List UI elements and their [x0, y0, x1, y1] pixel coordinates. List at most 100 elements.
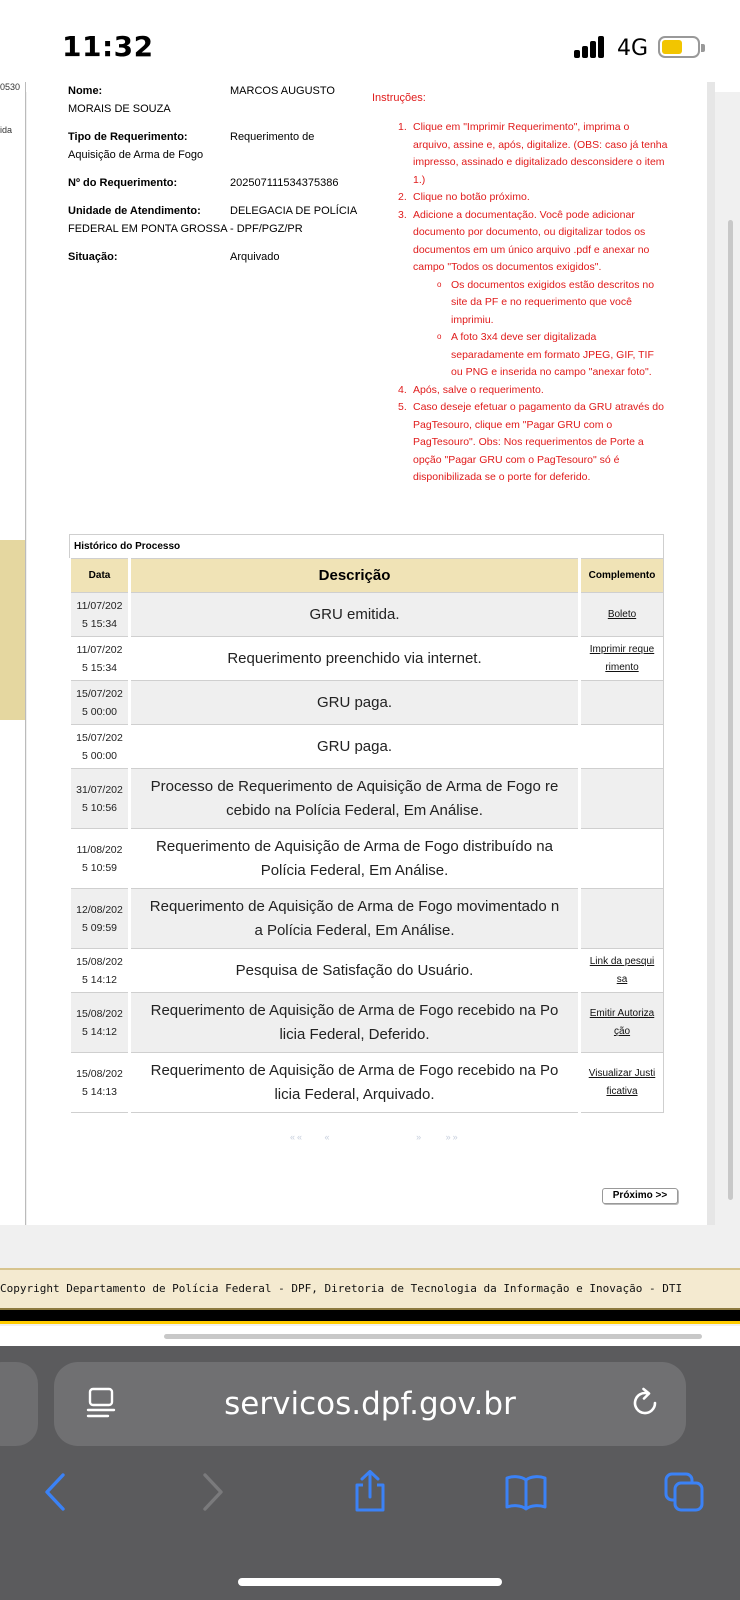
bookmarks-icon[interactable] [504, 1470, 548, 1514]
row-date-line: 15/07/202 [76, 687, 123, 700]
tipo-value-2: Aquisição de Arma de Fogo [68, 149, 204, 161]
table-row: 11/07/202 5 15:34 GRU emitida. Boleto [68, 592, 664, 637]
content-shadow [707, 82, 715, 1225]
row-date: 15/08/202 5 14:12 [68, 948, 130, 993]
tipo-label: Tipo de Requerimento: [68, 131, 188, 143]
pager-last[interactable]: »» [446, 1132, 460, 1142]
pager-next[interactable]: » [416, 1132, 423, 1142]
row-desc-line: a Polícia Federal, Em Análise. [254, 921, 455, 939]
table-row: 15/08/202 5 14:13 Requerimento de Aquisiçã… [68, 1052, 664, 1113]
row-description: Requerimento preenchido via internet. [128, 636, 580, 681]
row-complement: Link da pesqui sa [578, 948, 664, 993]
row-date-line: 5 14:12 [81, 973, 118, 986]
pager-first[interactable]: «« [290, 1132, 304, 1142]
row-date: 15/07/202 5 00:00 [68, 724, 130, 769]
table-row: 15/08/202 5 14:12 Pesquisa de Satisfação d… [68, 948, 664, 993]
table-row: 11/07/202 5 15:34 Requerimento preenchido … [68, 636, 664, 681]
col-descricao: Descrição [128, 558, 580, 593]
row-description: Requerimento de Aquisição de Arma de Fog… [128, 1052, 580, 1113]
row-date-line: 11/08/202 [76, 843, 123, 856]
forward-icon[interactable] [190, 1470, 234, 1514]
row-description: GRU emitida. [128, 592, 580, 637]
row-complement [578, 888, 664, 949]
table-row: 15/07/202 5 00:00 GRU paga. [68, 680, 664, 725]
history-title: Histórico do Processo [69, 534, 664, 559]
reload-icon[interactable] [628, 1386, 662, 1420]
left-panel-edge: 0530 ida [0, 82, 26, 1225]
row-complement [578, 724, 664, 769]
row-date-line: 11/07/202 [76, 643, 123, 656]
row-date-line: 5 10:59 [81, 861, 118, 874]
signal-icon [574, 36, 608, 58]
row-date-line: 5 15:34 [81, 661, 118, 674]
next-button[interactable]: Próximo >> [602, 1188, 678, 1204]
horizontal-scrollbar[interactable] [164, 1334, 702, 1339]
pager-prev[interactable]: « [325, 1132, 332, 1142]
tabs-icon[interactable] [662, 1470, 706, 1514]
footer-bar [0, 1310, 740, 1324]
home-indicator[interactable] [238, 1578, 502, 1586]
complement-link[interactable]: Boleto [608, 609, 636, 620]
share-icon[interactable] [348, 1470, 392, 1514]
left-strip-block [0, 540, 25, 720]
row-date: 11/08/202 5 10:59 [68, 828, 130, 889]
table-row: 31/07/202 5 10:56 Processo de Requerimento… [68, 768, 664, 829]
row-date-line: 5 14:12 [81, 1025, 118, 1038]
complement-link[interactable]: Visualizar Justi ficativa [589, 1068, 656, 1097]
row-date-line: 5 00:00 [81, 705, 118, 718]
row-complement: Imprimir reque rimento [578, 636, 664, 681]
reader-icon[interactable] [86, 1386, 116, 1420]
clock: 11:32 [62, 30, 154, 63]
row-desc-line: Polícia Federal, Em Análise. [260, 861, 449, 879]
unidade-value-1: DELEGACIA DE POLÍCIA [230, 205, 358, 217]
col-data: Data [68, 558, 130, 593]
row-date: 11/07/202 5 15:34 [68, 592, 130, 637]
row-complement: Visualizar Justi ficativa [578, 1052, 664, 1113]
row-desc-line: licia Federal, Deferido. [279, 1025, 430, 1043]
row-date: 15/07/202 5 00:00 [68, 680, 130, 725]
row-date-line: 5 00:00 [81, 749, 118, 762]
row-date-line: 15/08/202 [76, 1007, 123, 1020]
complement-link[interactable]: Imprimir reque rimento [590, 644, 654, 673]
row-date-line: 5 09:59 [81, 921, 118, 934]
row-desc-line: Requerimento de Aquisição de Arma de Fog… [149, 897, 560, 915]
complement-link[interactable]: Link da pesqui sa [590, 956, 655, 985]
row-date-line: 12/08/202 [76, 903, 123, 916]
row-desc-line: Pesquisa de Satisfação do Usuário. [235, 961, 474, 979]
row-description: GRU paga. [128, 680, 580, 725]
instruction-sublist: Os documentos exigidos estão descritos n… [425, 276, 668, 382]
row-desc-line: Requerimento de Aquisição de Arma de Fog… [150, 1001, 559, 1019]
row-desc-line: licia Federal, Arquivado. [274, 1085, 435, 1103]
page-footer: Copyright Departamento de Polícia Federa… [0, 1268, 740, 1310]
table-row: 11/08/202 5 10:59 Requerimento de Aquisiçã… [68, 828, 664, 889]
row-desc-line: cebido na Polícia Federal, Em Análise. [226, 801, 483, 819]
row-date: 31/07/202 5 10:56 [68, 768, 130, 829]
row-desc-line: GRU paga. [316, 737, 393, 755]
back-icon[interactable] [34, 1470, 78, 1514]
instruction-subitem: Os documentos exigidos estão descritos n… [425, 276, 668, 330]
complement-link[interactable]: Emitir Autoriza ção [590, 1008, 654, 1037]
situacao-value: Arquivado [230, 251, 280, 263]
tipo-value-1: Requerimento de [230, 131, 315, 143]
instruction-item: 2. Clique no botão próximo. [398, 191, 530, 203]
instruction-item: 4. Após, salve o requerimento. [398, 383, 544, 396]
row-date-line: 15/08/202 [76, 955, 123, 968]
left-strip-text: 0530 [0, 82, 21, 92]
history-header: Data Descrição Complemento [68, 558, 664, 593]
vertical-scrollbar[interactable] [728, 220, 733, 1200]
row-complement [578, 680, 664, 725]
nome-label: Nome: [68, 85, 103, 97]
row-complement: Emitir Autoriza ção [578, 992, 664, 1053]
row-date: 12/08/202 5 09:59 [68, 888, 130, 949]
left-strip-text: ida [0, 125, 13, 135]
nome-value-2: MORAIS DE SOUZA [68, 103, 171, 115]
row-complement [578, 828, 664, 889]
instruction-item: 3. Adicione a documentação. Você pode adi… [372, 207, 668, 382]
row-desc-line: GRU emitida. [309, 605, 400, 623]
row-date: 11/07/202 5 15:34 [68, 636, 130, 681]
row-date-line: 11/07/202 [76, 599, 123, 612]
row-date-line: 15/08/202 [76, 1067, 123, 1080]
table-row: 12/08/202 5 09:59 Requerimento de Aquisiçã… [68, 888, 664, 949]
row-date-line: 15/07/202 [76, 731, 123, 744]
instructions-title: Instruções: [372, 92, 426, 104]
